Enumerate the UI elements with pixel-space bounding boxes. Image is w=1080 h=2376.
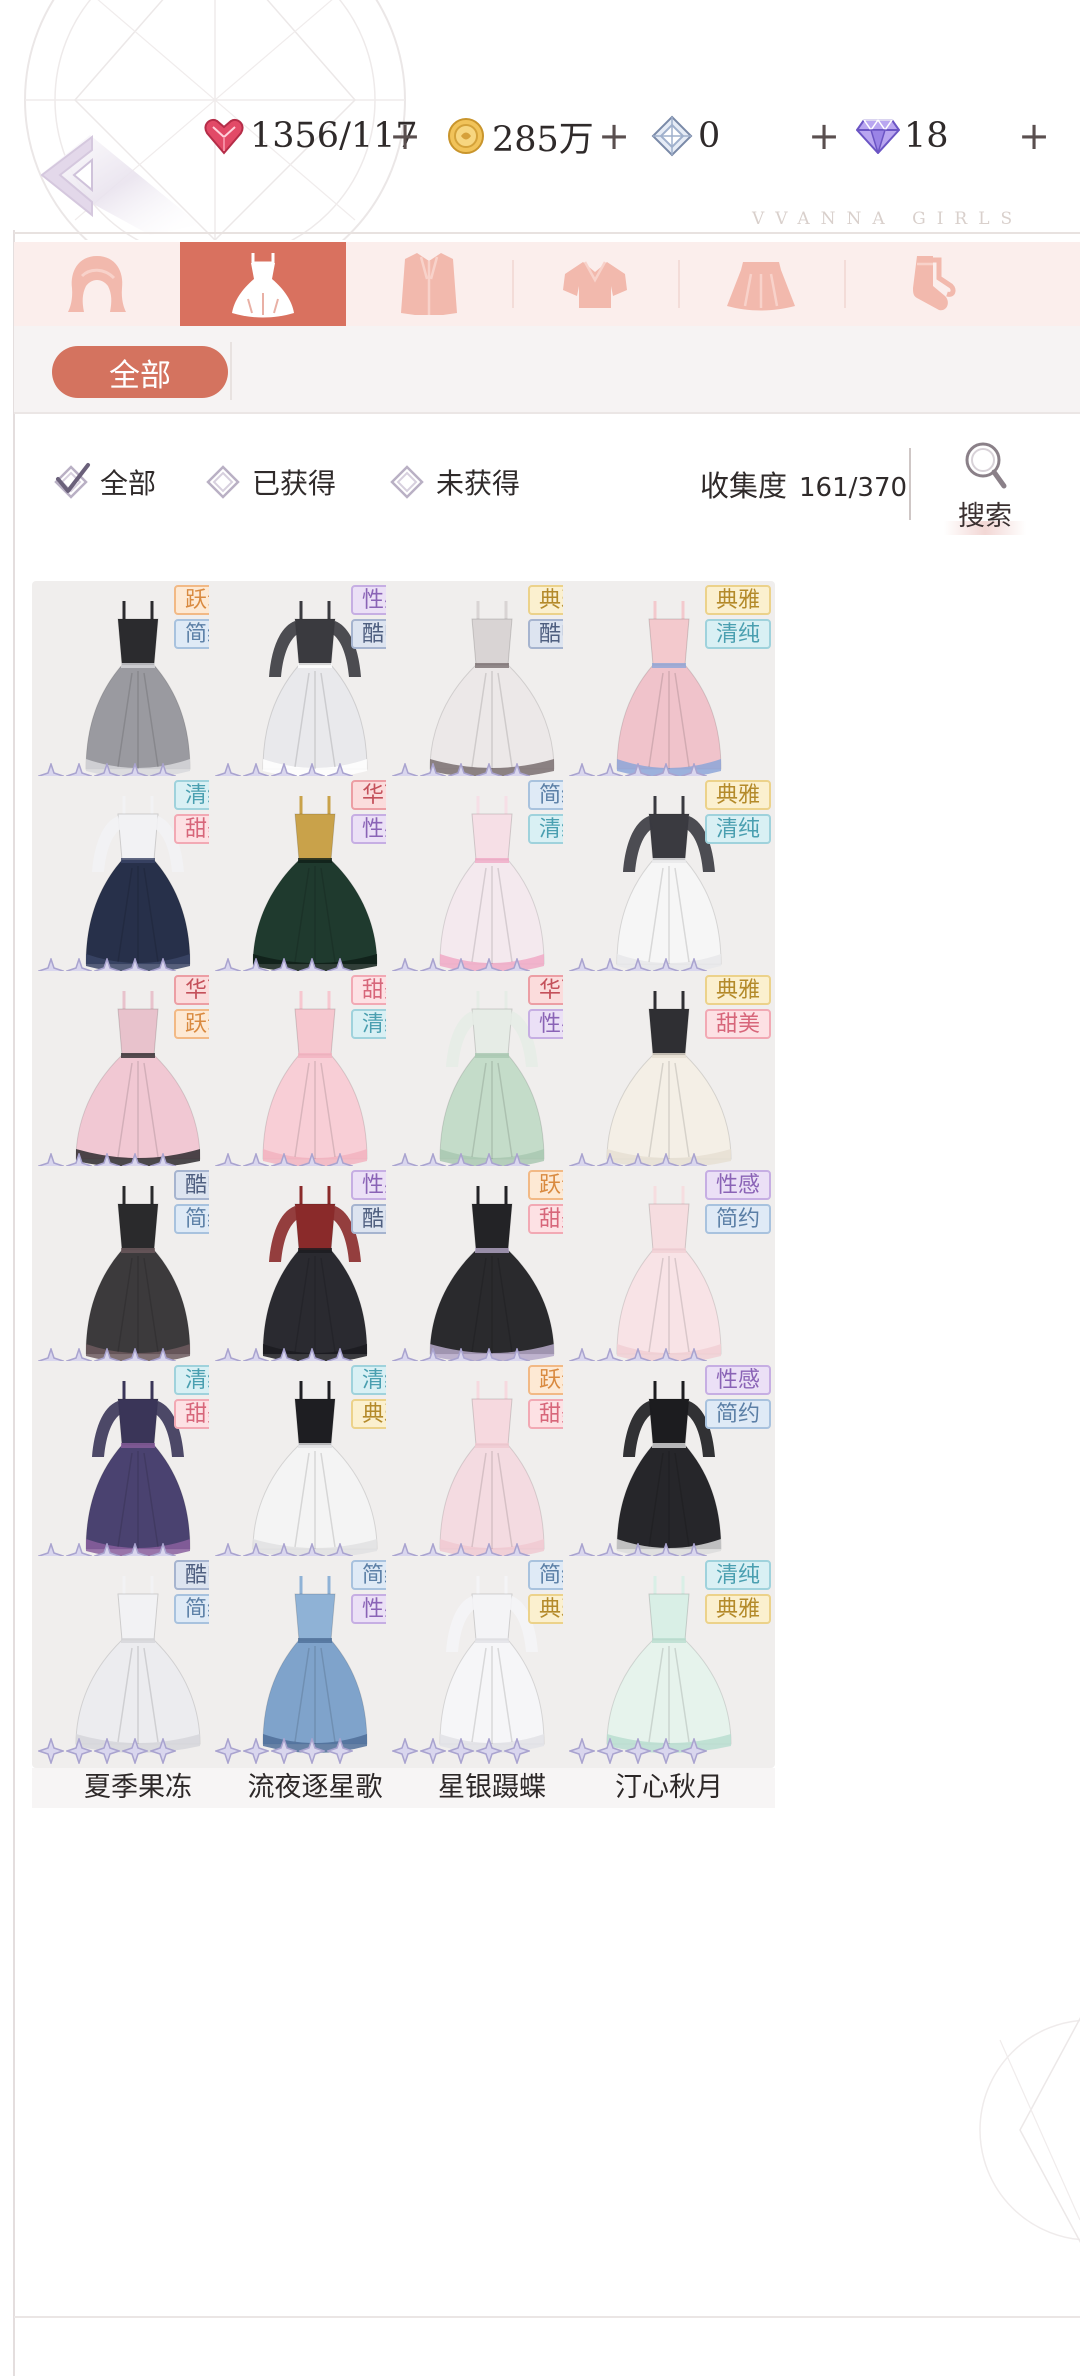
top-icon (563, 261, 627, 308)
star-icon (122, 1738, 148, 1764)
add-crystal-button[interactable]: + (804, 114, 844, 158)
star-icon (94, 1738, 120, 1764)
star-icon (66, 1738, 92, 1764)
style-tag: 简约 (705, 1399, 771, 1429)
star-icon (653, 1738, 679, 1764)
wardrobe-screen: { "currency": { "stamina": { "icon": "he… (0, 0, 1080, 2376)
star-icon (38, 1738, 64, 1764)
tab-skirt[interactable] (678, 242, 844, 326)
rarity-stars (569, 1738, 707, 1764)
star-icon (150, 1738, 176, 1764)
filter-all-label: 全部 (100, 467, 157, 500)
back-button[interactable] (30, 120, 230, 240)
top-bar: 1356/117 + 285万 + 0 + 18 + VVANNA GIRLS (0, 0, 1080, 240)
tab-top[interactable] (512, 242, 678, 326)
star-icon (392, 1738, 418, 1764)
diamond-icon (856, 114, 900, 158)
star-icon (271, 1738, 297, 1764)
add-diamond-button[interactable]: + (1014, 114, 1054, 158)
collection-value: 161/370 (799, 473, 908, 503)
star-icon (299, 1738, 325, 1764)
star-icon (625, 1738, 651, 1764)
gold-value: 285万 (492, 119, 594, 160)
subcategory-all-pill[interactable]: 全部 (52, 346, 228, 398)
checkbox-empty-icon (390, 465, 424, 499)
outfit-image-frame: 典雅 清纯 (563, 776, 775, 988)
category-tabs (14, 242, 1080, 326)
star-icon (597, 1738, 623, 1764)
style-tag: 性感 (705, 1365, 771, 1395)
search-label: 搜索 (930, 494, 1040, 535)
tab-coat[interactable] (346, 242, 512, 326)
collection-label: 收集度 (700, 469, 788, 503)
style-tag: 典雅 (705, 585, 771, 615)
style-tag: 简约 (705, 1204, 771, 1234)
outfit-image-frame: 性感 简约 (563, 1166, 775, 1378)
heart-gem-icon (202, 114, 246, 158)
collection-progress: 收集度 161/370 (700, 463, 907, 505)
star-icon (476, 1738, 502, 1764)
add-gold-button[interactable]: + (594, 114, 634, 158)
filter-unowned-label: 未获得 (436, 467, 521, 500)
crystal-counter: 0 (650, 112, 720, 160)
tab-hair[interactable] (14, 242, 180, 326)
filter-unowned[interactable]: 未获得 (386, 455, 520, 509)
add-stamina-button[interactable]: + (385, 114, 425, 158)
crystal-value: 0 (698, 116, 721, 156)
rarity-stars (38, 1738, 176, 1764)
dress-icon (232, 253, 294, 318)
filter-owned-label: 已获得 (252, 467, 337, 500)
checkbox-checked-icon (54, 463, 90, 499)
diamond-counter: 18 (856, 112, 949, 160)
gold-counter: 285万 (444, 112, 594, 160)
style-tag: 典雅 (705, 975, 771, 1005)
tab-dress[interactable] (180, 242, 346, 326)
rarity-stars (215, 1738, 353, 1764)
star-icon (420, 1738, 446, 1764)
outfit-image-frame: 典雅 清纯 (563, 581, 775, 793)
rarity-stars (392, 1738, 530, 1764)
diamond-value: 18 (904, 116, 949, 156)
style-tag: 甜美 (705, 1009, 771, 1039)
crystal-shard-icon (650, 114, 694, 158)
style-tag: 清纯 (705, 814, 771, 844)
outfit-image-frame: 清纯 典雅 (563, 1556, 775, 1768)
back-arrow-icon (40, 134, 200, 235)
style-tag: 清纯 (705, 1560, 771, 1590)
outfit-image-frame: 典雅 甜美 (563, 971, 775, 1183)
outfit-name: 汀心秋月 (563, 1768, 775, 1808)
checkbox-empty-icon (206, 465, 240, 499)
star-icon (681, 1738, 707, 1764)
brand-watermark: VVANNA GIRLS (752, 209, 1024, 229)
coat-icon (401, 253, 457, 315)
style-tag: 性感 (705, 1170, 771, 1200)
filter-owned[interactable]: 已获得 (202, 455, 336, 509)
style-tag: 典雅 (705, 1594, 771, 1624)
search-divider (909, 448, 911, 520)
subcategory-divider (230, 342, 232, 400)
star-icon (448, 1738, 474, 1764)
bottom-divider (14, 2316, 1080, 2318)
star-icon (243, 1738, 269, 1764)
style-tag: 清纯 (705, 619, 771, 649)
style-tag: 典雅 (705, 780, 771, 810)
skirt-icon (727, 262, 795, 311)
decorative-corner-ornament (979, 2016, 1080, 2244)
star-icon (569, 1738, 595, 1764)
socks-icon (913, 256, 956, 311)
tab-socks[interactable] (844, 242, 1010, 326)
search-button[interactable]: 搜索 (930, 438, 1040, 535)
star-icon (504, 1738, 530, 1764)
star-icon (327, 1738, 353, 1764)
header-divider (14, 232, 1080, 234)
star-icon (215, 1738, 241, 1764)
outfit-card[interactable]: 清纯典雅汀心秋月 (563, 1556, 775, 1808)
hair-icon (68, 256, 126, 312)
filter-all[interactable]: 全部 (50, 455, 156, 509)
gold-coin-icon (444, 114, 488, 158)
magnifier-icon (965, 442, 1007, 489)
outfit-image-frame: 性感 简约 (563, 1361, 775, 1573)
left-edge-rule (13, 230, 15, 2376)
